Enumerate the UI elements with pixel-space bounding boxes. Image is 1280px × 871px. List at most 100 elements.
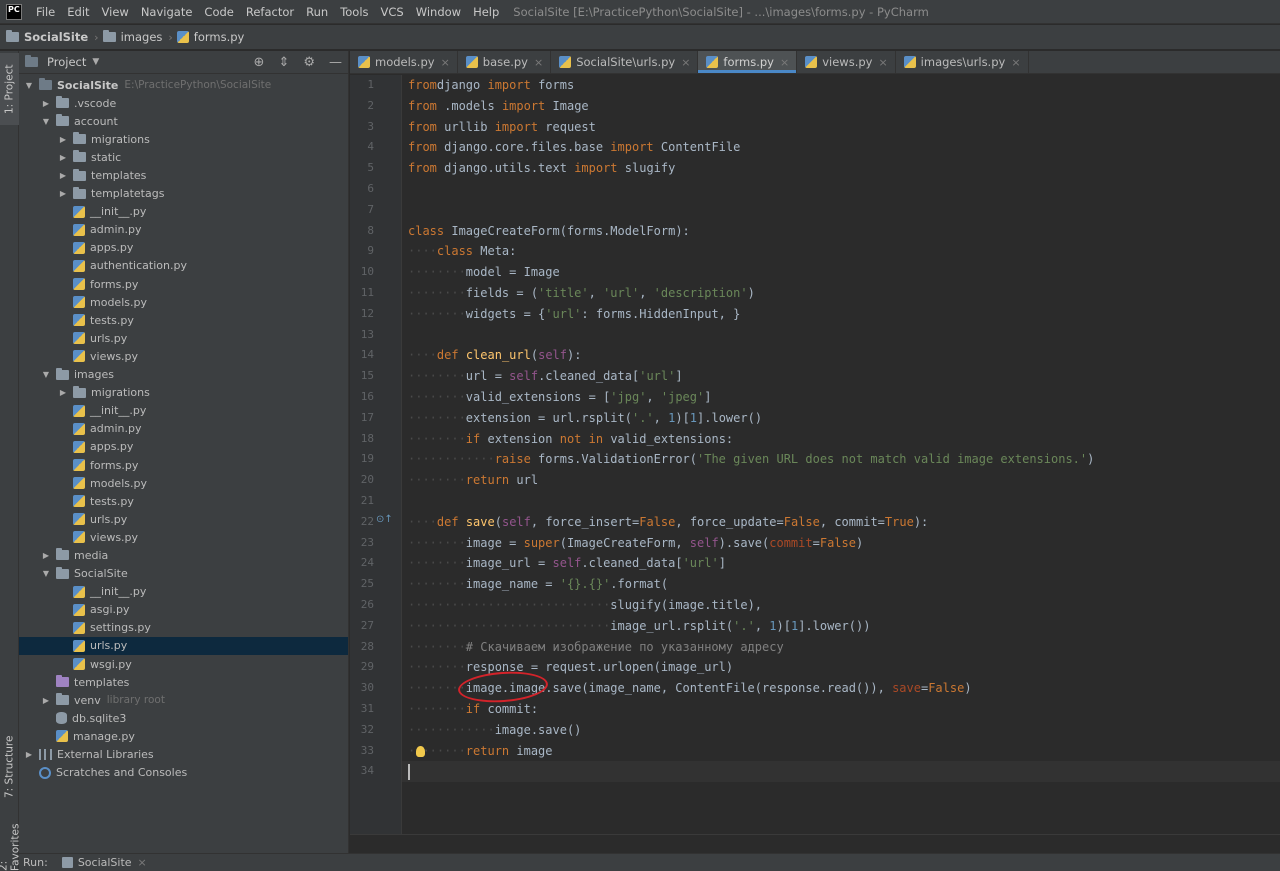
chevron-down-icon[interactable]: ▼ bbox=[40, 117, 52, 126]
override-marker-icon[interactable]: ⊙↑ bbox=[376, 514, 393, 525]
close-icon[interactable]: × bbox=[138, 856, 147, 869]
tree-row[interactable]: ▶settings.py bbox=[19, 619, 348, 637]
tree-row[interactable]: ▶__init__.py bbox=[19, 583, 348, 601]
code-line[interactable]: 24 ········image_url = self.cleaned_data[… bbox=[361, 553, 1280, 574]
lightbulb-icon[interactable] bbox=[416, 746, 425, 757]
code-line[interactable]: 10 ········model = Image bbox=[361, 262, 1280, 283]
tree-row[interactable]: ▶ media bbox=[19, 546, 348, 564]
tree-row[interactable]: ▶ migrations bbox=[19, 130, 348, 148]
tree-row[interactable]: ▼ account bbox=[19, 112, 348, 130]
tree-row[interactable]: ▼ SocialSite E:\PracticePython\SocialSite bbox=[19, 76, 348, 94]
chevron-down-icon[interactable]: ▼ bbox=[23, 81, 35, 90]
tab-images-urls-py[interactable]: images\urls.py × bbox=[896, 51, 1029, 73]
tree-row[interactable]: ▶views.py bbox=[19, 347, 348, 365]
close-icon[interactable]: × bbox=[681, 56, 690, 69]
tree-row[interactable]: ▶manage.py bbox=[19, 727, 348, 745]
chevron-right-icon[interactable]: ▶ bbox=[40, 99, 52, 108]
tree-row[interactable]: ▶forms.py bbox=[19, 456, 348, 474]
menu-item-navigate[interactable]: Navigate bbox=[135, 0, 199, 24]
code-line[interactable]: 12 ········widgets = {'url': forms.Hidden… bbox=[361, 304, 1280, 325]
tab-structure-tool[interactable]: 7: Structure bbox=[0, 727, 19, 807]
code-line[interactable]: 7 bbox=[367, 200, 1280, 221]
tree-row[interactable]: ▶models.py bbox=[19, 293, 348, 311]
locate-icon[interactable]: ⊕ bbox=[254, 55, 265, 70]
tree-row[interactable]: ▶urls.py bbox=[19, 636, 348, 655]
tree-row[interactable]: ▶__init__.py bbox=[19, 203, 348, 221]
tree-row[interactable]: ▶tests.py bbox=[19, 492, 348, 510]
tree-row[interactable]: ▶apps.py bbox=[19, 438, 348, 456]
gear-icon[interactable]: ⚙ bbox=[303, 55, 315, 70]
tree-row[interactable]: ▶ templates bbox=[19, 166, 348, 184]
code-line[interactable]: 22 ····def save(self, force_insert=False,… bbox=[361, 512, 1280, 533]
tree-row[interactable]: ▶ venv library root bbox=[19, 691, 348, 709]
tree-row[interactable]: ▶__init__.py bbox=[19, 402, 348, 420]
code-area[interactable]: 1 fromdjango import forms 2 from .models im… bbox=[361, 75, 1280, 834]
tree-row[interactable]: ▶ templatetags bbox=[19, 185, 348, 203]
code-line[interactable]: 2 from .models import Image bbox=[367, 96, 1280, 117]
tab-views-py[interactable]: views.py × bbox=[797, 51, 896, 73]
tree-row[interactable]: ▶admin.py bbox=[19, 420, 348, 438]
collapse-all-icon[interactable]: ⇕ bbox=[278, 55, 289, 70]
code-line[interactable]: 18 ········if extension not in valid_exte… bbox=[361, 429, 1280, 450]
code-line[interactable]: 15 ········url = self.cleaned_data['url'] bbox=[361, 366, 1280, 387]
code-line[interactable]: 21 bbox=[361, 491, 1280, 512]
tree-row[interactable]: ▶urls.py bbox=[19, 510, 348, 528]
tree-row[interactable]: ▶forms.py bbox=[19, 275, 348, 293]
breadcrumb-file[interactable]: forms.py bbox=[176, 30, 244, 44]
menu-item-tools[interactable]: Tools bbox=[334, 0, 374, 24]
menu-item-code[interactable]: Code bbox=[198, 0, 239, 24]
breadcrumb-images[interactable]: images bbox=[102, 30, 162, 44]
code-line[interactable]: 1 fromdjango import forms bbox=[367, 75, 1280, 96]
menu-item-refactor[interactable]: Refactor bbox=[240, 0, 300, 24]
code-line[interactable]: 4 from django.core.files.base import Cont… bbox=[367, 137, 1280, 158]
code-line[interactable]: 3 from urllib import request bbox=[367, 117, 1280, 138]
tree-row[interactable]: ▶db.sqlite3 bbox=[19, 709, 348, 727]
code-line[interactable]: 11 ········fields = ('title', 'url', 'des… bbox=[361, 283, 1280, 304]
code-line[interactable]: 19 ············raise forms.ValidationErro… bbox=[361, 449, 1280, 470]
tab-base-py[interactable]: base.py × bbox=[458, 51, 552, 73]
menu-item-view[interactable]: View bbox=[96, 0, 135, 24]
tree-row[interactable]: ▶urls.py bbox=[19, 329, 348, 347]
tab-socialsite-urls-py[interactable]: SocialSite\urls.py × bbox=[551, 51, 699, 73]
chevron-down-icon[interactable]: ▼ bbox=[40, 569, 52, 578]
code-line[interactable]: 16 ········valid_extensions = ['jpg', 'jp… bbox=[361, 387, 1280, 408]
code-editor[interactable]: 1 fromdjango import forms 2 from .models im… bbox=[350, 75, 1280, 834]
close-icon[interactable]: × bbox=[534, 56, 543, 69]
code-line[interactable]: 17 ········extension = url.rsplit('.', 1)… bbox=[361, 408, 1280, 429]
code-line[interactable]: 20 ········return url bbox=[361, 470, 1280, 491]
chevron-down-icon[interactable]: ▼ bbox=[92, 57, 99, 67]
chevron-right-icon[interactable]: ▶ bbox=[57, 189, 69, 198]
close-icon[interactable]: × bbox=[1011, 56, 1020, 69]
breadcrumb-project[interactable]: SocialSite bbox=[6, 30, 88, 44]
tree-row[interactable]: ▶Scratches and Consoles bbox=[19, 764, 348, 782]
menu-item-run[interactable]: Run bbox=[300, 0, 334, 24]
tree-row[interactable]: ▶apps.py bbox=[19, 239, 348, 257]
code-line[interactable]: 9 ····class Meta: bbox=[367, 241, 1280, 262]
code-line[interactable]: 34 bbox=[361, 761, 1280, 783]
code-line[interactable]: 14 ····def clean_url(self): bbox=[361, 345, 1280, 366]
chevron-right-icon[interactable]: ▶ bbox=[57, 135, 69, 144]
tab-forms-py[interactable]: forms.py × bbox=[698, 51, 798, 73]
menu-item-help[interactable]: Help bbox=[467, 0, 505, 24]
menu-item-vcs[interactable]: VCS bbox=[375, 0, 410, 24]
chevron-right-icon[interactable]: ▶ bbox=[57, 388, 69, 397]
code-line[interactable]: 27 ····························image_url.… bbox=[361, 616, 1280, 637]
chevron-down-icon[interactable]: ▼ bbox=[40, 370, 52, 379]
tree-row[interactable]: ▶views.py bbox=[19, 528, 348, 546]
minimize-icon[interactable]: — bbox=[329, 55, 342, 70]
tree-row[interactable]: ▼ SocialSite bbox=[19, 565, 348, 583]
chevron-right-icon[interactable]: ▶ bbox=[23, 750, 35, 759]
tree-row[interactable]: ▶asgi.py bbox=[19, 601, 348, 619]
menu-item-file[interactable]: File bbox=[30, 0, 61, 24]
chevron-right-icon[interactable]: ▶ bbox=[40, 696, 52, 705]
code-line[interactable]: 31 ········if commit: bbox=[361, 699, 1280, 720]
chevron-right-icon[interactable]: ▶ bbox=[57, 153, 69, 162]
code-line[interactable]: 13 bbox=[361, 325, 1280, 346]
tree-row[interactable]: ▶tests.py bbox=[19, 311, 348, 329]
tab-models-py[interactable]: models.py × bbox=[350, 51, 458, 73]
code-line[interactable]: 5 from django.utils.text import slugify bbox=[367, 158, 1280, 179]
code-line[interactable]: 25 ········image_name = '{}.{}'.format( bbox=[361, 574, 1280, 595]
code-line[interactable]: 33 ········return image bbox=[361, 741, 1280, 762]
horizontal-scrollbar[interactable] bbox=[350, 834, 1280, 853]
menu-item-window[interactable]: Window bbox=[410, 0, 467, 24]
